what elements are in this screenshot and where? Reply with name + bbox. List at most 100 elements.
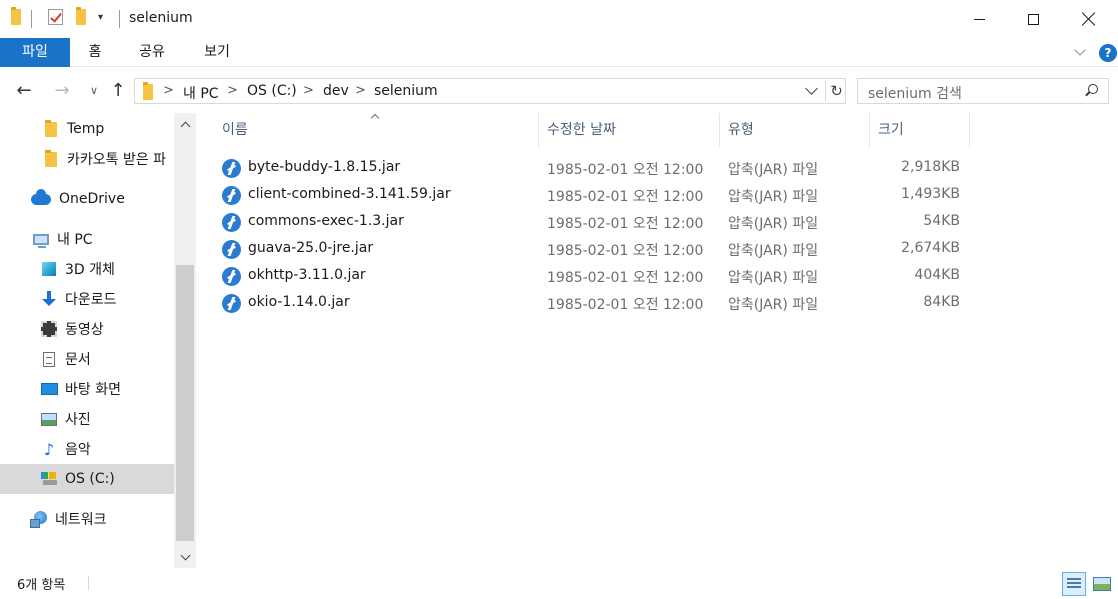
network-icon — [30, 510, 48, 528]
column-header-date-modified[interactable]: 수정한 날짜 — [547, 119, 616, 141]
file-size: 2,674KB — [901, 240, 960, 256]
breadcrumb-separator[interactable]: > — [303, 83, 314, 98]
details-view-icon[interactable] — [1062, 572, 1086, 596]
close-icon — [1082, 12, 1096, 26]
scroll-down-button[interactable] — [174, 546, 196, 568]
sidebar-item-label: OneDrive — [59, 191, 125, 207]
toolbar-divider — [31, 10, 32, 28]
column-divider[interactable] — [969, 113, 970, 147]
maximize-button[interactable] — [1010, 0, 1056, 38]
scrollbar-thumb[interactable] — [176, 265, 194, 541]
window-title: selenium — [129, 10, 193, 26]
folder-icon — [143, 82, 153, 104]
status-bar: 6개 항목 — [0, 568, 1118, 599]
help-icon[interactable]: ? — [1099, 44, 1117, 62]
sidebar-item-label: 네트워크 — [55, 512, 107, 528]
breadcrumb-separator[interactable]: > — [227, 83, 238, 98]
sidebar-item-label: 다운로드 — [65, 292, 117, 308]
table-row[interactable]: commons-exec-1.3.jar 1985-02-01 오전 12:00… — [220, 209, 960, 236]
search-input[interactable]: selenium 검색 — [868, 83, 962, 103]
file-type: 압축(JAR) 파일 — [728, 297, 819, 313]
column-header-type[interactable]: 유형 — [728, 119, 754, 141]
back-arrow-icon[interactable]: ← — [12, 78, 36, 102]
sidebar-item-videos[interactable]: 동영상 — [0, 314, 174, 344]
sidebar-item-kakaotalk-folder[interactable]: 카카오톡 받은 파 — [0, 144, 174, 174]
sidebar-item-downloads[interactable]: 다운로드 — [0, 284, 174, 314]
file-date: 1985-02-01 오전 12:00 — [547, 216, 704, 232]
tab-view[interactable]: 보기 — [188, 38, 246, 67]
column-header-name[interactable]: 이름 — [222, 119, 248, 141]
breadcrumb-selenium[interactable]: selenium — [374, 83, 438, 99]
file-date: 1985-02-01 오전 12:00 — [547, 243, 704, 259]
jar-file-icon — [222, 294, 241, 313]
column-header-size[interactable]: 크기 — [878, 119, 904, 141]
close-button[interactable] — [1066, 0, 1112, 38]
table-row[interactable]: client-combined-3.141.59.jar 1985-02-01 … — [220, 182, 960, 209]
table-row[interactable]: okhttp-3.11.0.jar 1985-02-01 오전 12:00 압축… — [220, 263, 960, 290]
recent-locations-chevron-icon[interactable]: ∨ — [82, 78, 106, 102]
minimize-button[interactable] — [956, 0, 1002, 38]
sidebar-item-documents[interactable]: 문서 — [0, 344, 174, 374]
sidebar-item-this-pc[interactable]: 내 PC — [0, 224, 174, 254]
table-row[interactable]: byte-buddy-1.8.15.jar 1985-02-01 오전 12:0… — [220, 155, 960, 182]
sidebar-item-label: 바탕 화면 — [65, 382, 121, 398]
file-date: 1985-02-01 오전 12:00 — [547, 297, 704, 313]
forward-arrow-icon[interactable]: → — [50, 78, 74, 102]
scroll-up-button[interactable] — [174, 113, 196, 135]
search-icon[interactable] — [1084, 84, 1098, 98]
file-size: 1,493KB — [901, 186, 960, 202]
sidebar-item-label: 카카오톡 받은 파 — [67, 152, 167, 168]
status-divider — [88, 576, 89, 590]
tab-share[interactable]: 공유 — [124, 38, 180, 67]
expand-ribbon-icon[interactable] — [1074, 46, 1086, 58]
toolbar-divider — [119, 10, 120, 28]
refresh-icon[interactable]: ↻ — [825, 81, 845, 101]
tab-home[interactable]: 홈 — [70, 38, 120, 67]
column-divider[interactable] — [719, 113, 720, 147]
address-dropdown-icon[interactable] — [803, 82, 821, 100]
breadcrumb-separator[interactable]: > — [163, 83, 174, 98]
file-date: 1985-02-01 오전 12:00 — [547, 270, 704, 286]
large-icons-view-icon[interactable] — [1090, 572, 1114, 596]
file-type: 압축(JAR) 파일 — [728, 216, 819, 232]
downloads-icon — [40, 290, 58, 308]
column-divider[interactable] — [869, 113, 870, 147]
sidebar-item-music[interactable]: ♪ 음악 — [0, 434, 174, 464]
up-arrow-icon[interactable]: ↑ — [106, 78, 130, 102]
file-type: 압축(JAR) 파일 — [728, 189, 819, 205]
breadcrumb-this-pc[interactable]: 내 PC — [183, 83, 219, 103]
file-name: okhttp-3.11.0.jar — [248, 267, 366, 283]
customize-quick-access-icon[interactable]: ▾ — [98, 12, 114, 30]
sidebar-item-label: 음악 — [65, 442, 91, 458]
address-bar[interactable]: > 내 PC > OS (C:) > dev > selenium ↻ — [134, 78, 846, 104]
sidebar-scrollbar[interactable] — [174, 113, 196, 568]
sidebar-item-3d-objects[interactable]: 3D 개체 — [0, 254, 174, 284]
sidebar-item-label: 사진 — [65, 412, 91, 428]
sidebar-item-network[interactable]: 네트워크 — [0, 504, 174, 534]
file-size: 54KB — [923, 213, 960, 229]
sidebar-item-desktop[interactable]: 바탕 화면 — [0, 374, 174, 404]
sidebar-item-temp[interactable]: Temp — [0, 114, 174, 144]
breadcrumb-separator[interactable]: > — [355, 83, 366, 98]
breadcrumb-dev[interactable]: dev — [323, 83, 349, 99]
sidebar-item-onedrive[interactable]: OneDrive — [0, 184, 174, 214]
search-box[interactable]: selenium 검색 — [857, 78, 1109, 104]
folder-icon[interactable] — [11, 7, 27, 27]
sidebar-item-label: 내 PC — [57, 232, 93, 248]
properties-check-icon[interactable] — [48, 9, 64, 27]
table-row[interactable]: guava-25.0-jre.jar 1985-02-01 오전 12:00 압… — [220, 236, 960, 263]
file-name: client-combined-3.141.59.jar — [248, 186, 451, 202]
column-divider[interactable] — [538, 113, 539, 147]
table-row[interactable]: okio-1.14.0.jar 1985-02-01 오전 12:00 압축(J… — [220, 290, 960, 317]
sidebar-item-drive-c[interactable]: OS (C:) — [0, 464, 174, 494]
onedrive-icon — [30, 188, 52, 208]
file-type: 압축(JAR) 파일 — [728, 270, 819, 286]
new-folder-icon[interactable] — [76, 7, 92, 27]
sidebar-item-pictures[interactable]: 사진 — [0, 404, 174, 434]
jar-file-icon — [222, 213, 241, 232]
tab-file[interactable]: 파일 — [0, 38, 70, 67]
jar-file-icon — [222, 159, 241, 178]
pictures-icon — [40, 410, 58, 428]
breadcrumb-drive-c[interactable]: OS (C:) — [247, 83, 297, 99]
file-type: 압축(JAR) 파일 — [728, 243, 819, 259]
